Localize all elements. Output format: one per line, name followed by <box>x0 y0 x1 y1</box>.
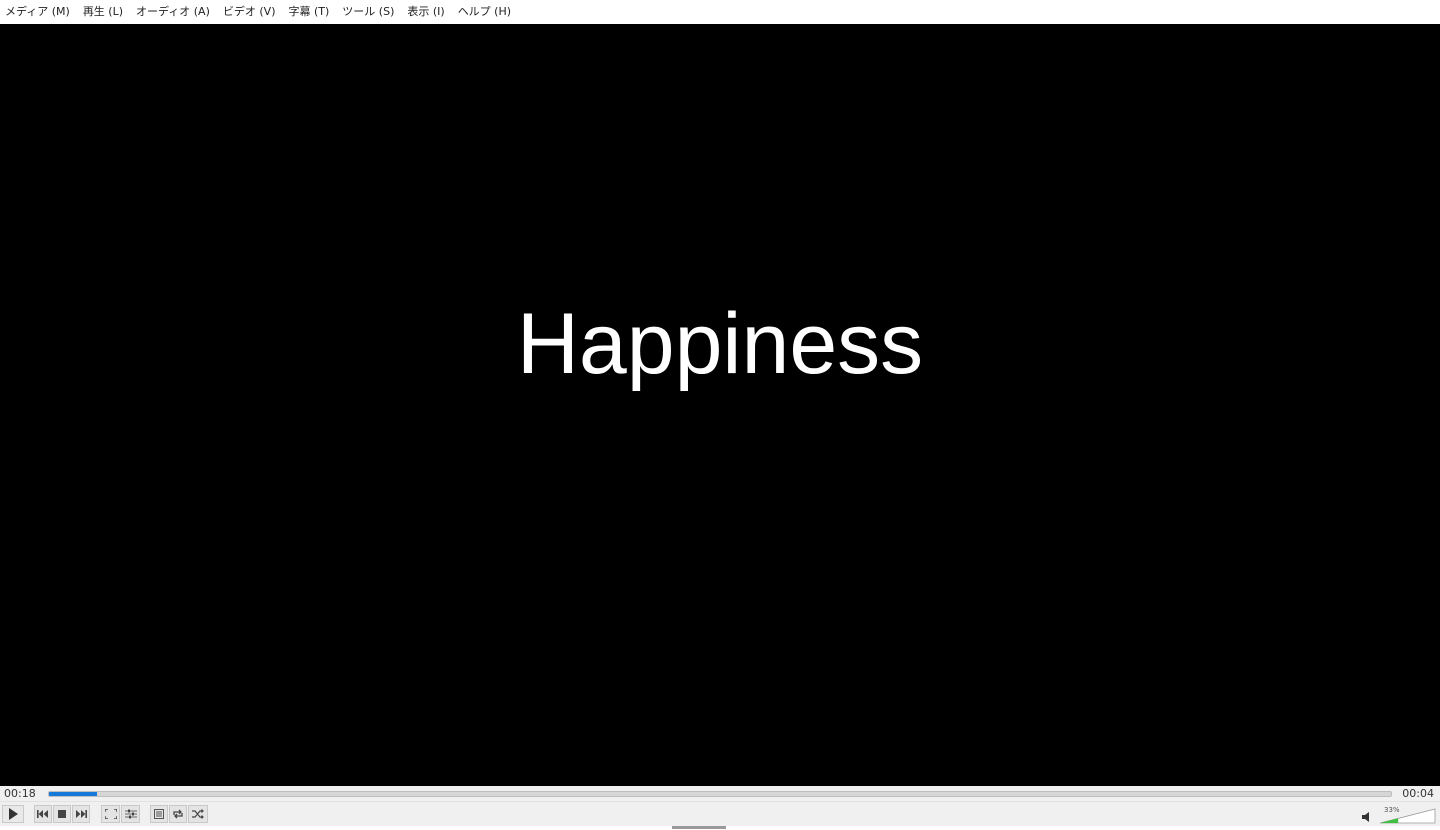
fullscreen-icon <box>104 809 117 819</box>
resize-handle[interactable] <box>672 826 726 829</box>
video-surface[interactable]: Happiness <box>0 24 1440 786</box>
total-time[interactable]: 00:04 <box>1402 787 1434 800</box>
menu-video[interactable]: ビデオ (V) <box>222 0 282 24</box>
menu-view[interactable]: 表示 (I) <box>406 0 450 24</box>
menu-subtitle[interactable]: 字幕 (T) <box>287 0 335 24</box>
control-bar: 33% <box>0 801 1440 827</box>
seek-bar-progress <box>49 792 98 796</box>
loop-button[interactable] <box>169 805 187 823</box>
menu-bar: メディア (M) 再生 (L) オーディオ (A) ビデオ (V) 字幕 (T)… <box>0 0 1440 24</box>
fullscreen-button[interactable] <box>101 805 120 823</box>
volume-percent: 33% <box>1384 806 1400 814</box>
menu-media[interactable]: メディア (M) <box>4 0 76 24</box>
menu-playback[interactable]: 再生 (L) <box>82 0 129 24</box>
previous-button[interactable] <box>34 805 52 823</box>
playlist-button[interactable] <box>150 805 168 823</box>
play-button[interactable] <box>2 805 24 823</box>
stop-button[interactable] <box>53 805 71 823</box>
menu-tools[interactable]: ツール (S) <box>341 0 400 24</box>
next-button[interactable] <box>72 805 90 823</box>
extended-settings-button[interactable] <box>121 805 140 823</box>
elapsed-time: 00:18 <box>4 787 36 800</box>
random-button[interactable] <box>188 805 208 823</box>
play-icon <box>9 808 18 820</box>
loop-icon <box>173 809 183 819</box>
video-text: Happiness <box>516 296 924 392</box>
speaker-icon[interactable] <box>1362 812 1370 822</box>
menu-audio[interactable]: オーディオ (A) <box>135 0 216 24</box>
menu-help[interactable]: ヘルプ (H) <box>457 0 517 24</box>
sliders-icon <box>124 809 137 819</box>
skip-forward-icon <box>76 810 87 818</box>
seek-row: 00:18 00:04 <box>0 786 1440 801</box>
shuffle-icon <box>192 809 204 819</box>
seek-bar[interactable] <box>48 791 1392 797</box>
playlist-icon <box>154 809 164 819</box>
skip-back-icon <box>37 810 48 818</box>
stop-icon <box>58 810 66 818</box>
media-player-window: メディア (M) 再生 (L) オーディオ (A) ビデオ (V) 字幕 (T)… <box>0 0 1440 830</box>
